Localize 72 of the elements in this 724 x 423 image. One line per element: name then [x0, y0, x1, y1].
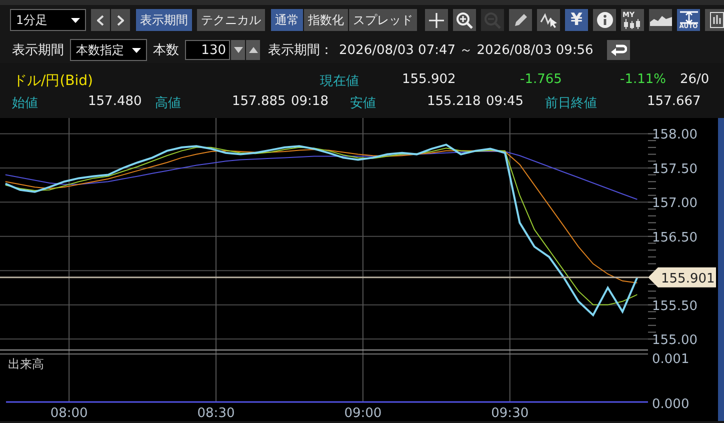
return-button[interactable]	[607, 40, 630, 60]
stat-value: 157.480	[88, 94, 143, 111]
bars-tool-button[interactable]	[705, 9, 724, 31]
area-chart-icon	[650, 14, 672, 26]
stat-label: 高値	[155, 95, 182, 113]
stat-time: 09:18	[291, 94, 330, 111]
view-tab[interactable]: テクニカル	[197, 9, 265, 31]
stat-label: 安値	[350, 95, 377, 113]
zigzag-cursor-icon	[540, 12, 558, 28]
mode-tab[interactable]: 通常	[271, 9, 303, 31]
volume-pane-title: 出来高	[8, 357, 44, 371]
zoom-in-tool-button[interactable]	[453, 9, 476, 31]
pair-title: ドル/円(Bid)	[13, 72, 94, 91]
price-axis-label: 157.50	[652, 162, 698, 177]
return-arrow-icon	[610, 44, 627, 56]
time-axis-label: 08:30	[197, 406, 235, 421]
stat-value: 157.667	[647, 94, 702, 111]
price-axis-label: 156.50	[652, 230, 698, 246]
decrement-button[interactable]	[231, 40, 245, 60]
mode-tab[interactable]: 指数化	[304, 9, 348, 31]
current-label: 現在値	[320, 73, 360, 91]
period-mode-dropdown[interactable]: 本数指定	[70, 39, 147, 61]
chevron-icon	[97, 14, 104, 26]
range-text: 2026/08/03 07:47 ～ 2026/08/03 09:56	[339, 42, 594, 59]
volume-axis-label: 0.001	[652, 352, 690, 367]
info-tool-button[interactable]	[593, 9, 616, 31]
range-label: 表示期間：	[268, 42, 333, 59]
candles-icon	[622, 18, 642, 28]
volume-axis-label: 0.000	[652, 397, 690, 412]
stat-value: 155.218	[427, 94, 482, 111]
view-tab[interactable]: 表示期間	[136, 9, 192, 31]
pencil-tool-button[interactable]	[509, 9, 532, 31]
pencil-icon	[512, 12, 528, 28]
current-price: 155.902	[402, 72, 457, 89]
interval-dropdown[interactable]: 1分足	[10, 9, 86, 31]
count-label: 本数	[153, 42, 179, 59]
price-axis-label: 157.00	[652, 196, 698, 212]
stat-label: 始値	[12, 95, 39, 113]
time-axis-label: 09:00	[344, 406, 382, 421]
price-axis-label: 155.50	[652, 298, 698, 314]
caret-icon	[132, 48, 141, 52]
count-field[interactable]: 130	[185, 40, 230, 60]
info-icon	[596, 12, 612, 28]
price-axis-label: 155.00	[652, 333, 698, 348]
increment-button[interactable]	[246, 40, 260, 60]
stat-value: 157.885	[232, 94, 287, 111]
vertical-range-icon	[678, 10, 698, 24]
area-tool-button[interactable]	[649, 9, 672, 31]
date-text: 26/0	[680, 72, 710, 89]
period-label: 表示期間	[12, 42, 64, 59]
price-axis-label: 158.00	[652, 128, 698, 143]
time-axis-label: 08:00	[50, 406, 88, 421]
previous-button[interactable]	[91, 9, 110, 31]
crosshair-tool-button[interactable]	[425, 9, 448, 31]
trend-tool-button[interactable]	[537, 9, 560, 31]
change-value: -1.765	[520, 72, 563, 89]
change-percent: -1.11%	[620, 72, 667, 89]
plus-icon	[429, 12, 444, 28]
caret-icon	[71, 18, 80, 22]
ref-line-label: 155.901	[661, 271, 715, 286]
next-button[interactable]	[111, 9, 130, 31]
current-price-tag: 155.901	[648, 267, 716, 288]
time-axis-label: 09:30	[491, 406, 529, 421]
mode-tab[interactable]: スプレッド	[349, 9, 417, 31]
stat-time: 09:45	[486, 94, 524, 111]
symbol-tool-button[interactable]: ¥	[565, 9, 588, 31]
bar-chart-icon	[710, 12, 724, 28]
chevron-icon	[117, 14, 124, 26]
down-triangle-icon	[234, 47, 242, 53]
stat-label: 前日終値	[545, 95, 598, 113]
zoom-in-icon	[456, 12, 473, 28]
up-triangle-icon	[248, 47, 258, 53]
